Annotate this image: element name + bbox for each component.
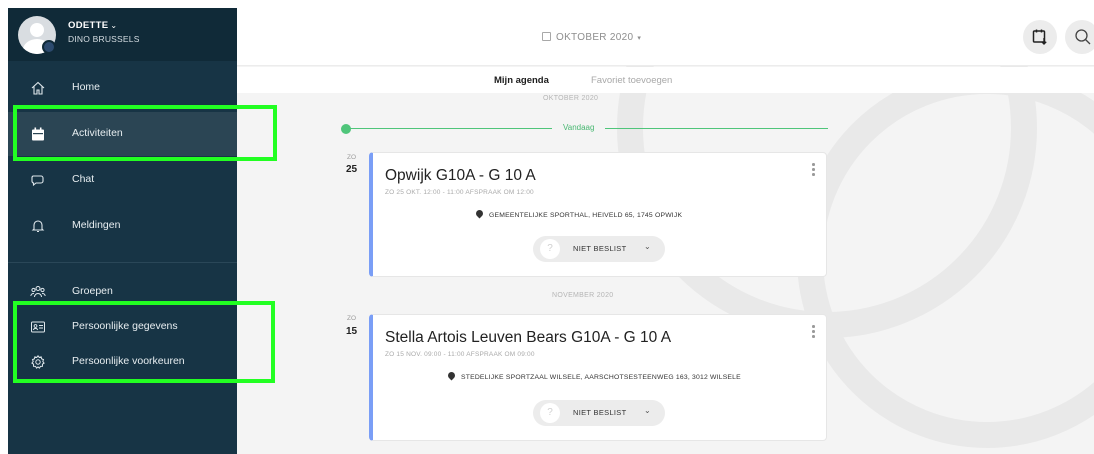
home-icon	[31, 81, 45, 95]
month-separator: OKTOBER 2020	[543, 95, 599, 102]
attendance-dropdown[interactable]: ? NIET BESLIST ⌄	[533, 236, 665, 262]
agenda-tabs: Mijn agenda Favoriet toevoegen	[237, 67, 1094, 93]
attendance-status: NIET BESLIST	[573, 408, 627, 417]
month-separator: NOVEMBER 2020	[552, 292, 614, 299]
sidebar-divider	[8, 262, 237, 263]
sidebar-item-meldingen[interactable]: Meldingen	[8, 204, 237, 248]
more-options-icon[interactable]	[812, 163, 816, 178]
bell-icon	[31, 220, 45, 233]
location-pin-icon	[474, 208, 485, 219]
today-marker	[341, 124, 351, 134]
sidebar-item-label: Groepen	[72, 285, 113, 297]
groups-icon	[30, 286, 46, 298]
main-content: OKTOBER 2020 ▾ Mijn agenda Favoriet toevo…	[237, 8, 1094, 454]
attendance-status: NIET BESLIST	[573, 244, 627, 253]
chevron-down-icon: ⌄	[110, 21, 118, 30]
search-button[interactable]	[1065, 20, 1094, 54]
event-location: STEDELIJKE SPORTZAAL WILSELE, AARSCHOTSE…	[446, 370, 741, 381]
calendar-icon	[542, 32, 551, 41]
event-day: 15	[346, 326, 358, 337]
search-icon	[1075, 29, 1091, 45]
event-card[interactable]: Stella Artois Leuven Bears G10A - G 10 A…	[369, 314, 827, 441]
header-bar: OKTOBER 2020 ▾	[237, 8, 1094, 66]
tab-favoriet-toevoegen[interactable]: Favoriet toevoegen	[591, 75, 672, 86]
profile-name[interactable]: ODETTE ⌄	[68, 20, 117, 31]
month-picker[interactable]: OKTOBER 2020 ▾	[542, 32, 641, 43]
event-weekday: ZO	[347, 154, 357, 161]
caret-down-icon: ▾	[637, 35, 642, 42]
club-badge-icon	[42, 40, 56, 54]
chevron-down-icon: ⌄	[644, 406, 651, 415]
tab-mijn-agenda[interactable]: Mijn agenda	[494, 75, 549, 86]
event-day: 25	[346, 164, 358, 175]
attendance-dropdown[interactable]: ? NIET BESLIST ⌄	[533, 400, 665, 426]
chat-icon	[31, 175, 44, 187]
highlight-box	[13, 301, 275, 383]
event-title: Opwijk G10A - G 10 A	[385, 167, 536, 184]
calendar-download-button[interactable]	[1023, 20, 1057, 54]
more-options-icon[interactable]	[812, 325, 816, 340]
event-card[interactable]: Opwijk G10A - G 10 A ZO 25 OKT. 12:00 - …	[369, 152, 827, 277]
question-icon: ?	[540, 239, 560, 259]
sidebar-item-label: Home	[72, 81, 101, 93]
sidebar-item-label: Chat	[72, 173, 95, 185]
profile-switcher[interactable]: ODETTE ⌄ DINO BRUSSELS	[8, 8, 237, 61]
top-strip	[0, 0, 1094, 8]
calendar-download-icon	[1032, 29, 1047, 45]
profile-club: DINO BRUSSELS	[68, 34, 140, 44]
event-location: GEMEENTELIJKE SPORTHAL, HEIVELD 65, 1745…	[474, 208, 682, 219]
sidebar-item-home[interactable]: Home	[8, 66, 237, 110]
chevron-down-icon: ⌄	[644, 242, 651, 251]
event-time: ZO 15 NOV. 09:00 - 11:00 AFSPRAAK OM 09:…	[385, 351, 535, 358]
sidebar-item-label: Meldingen	[72, 219, 121, 231]
event-title: Stella Artois Leuven Bears G10A - G 10 A	[385, 329, 672, 346]
event-weekday: ZO	[347, 315, 357, 322]
app-window: ODETTE ⌄ DINO BRUSSELS Home Activiteiten …	[0, 0, 1094, 454]
today-label: Vandaag	[552, 123, 606, 132]
question-icon: ?	[540, 403, 560, 423]
location-pin-icon	[446, 370, 457, 381]
sidebar-item-chat[interactable]: Chat	[8, 158, 237, 202]
event-time: ZO 25 OKT. 12:00 - 11:00 AFSPRAAK OM 12:…	[385, 189, 534, 196]
highlight-box	[13, 105, 277, 161]
sidebar: ODETTE ⌄ DINO BRUSSELS Home Activiteiten …	[8, 8, 237, 454]
